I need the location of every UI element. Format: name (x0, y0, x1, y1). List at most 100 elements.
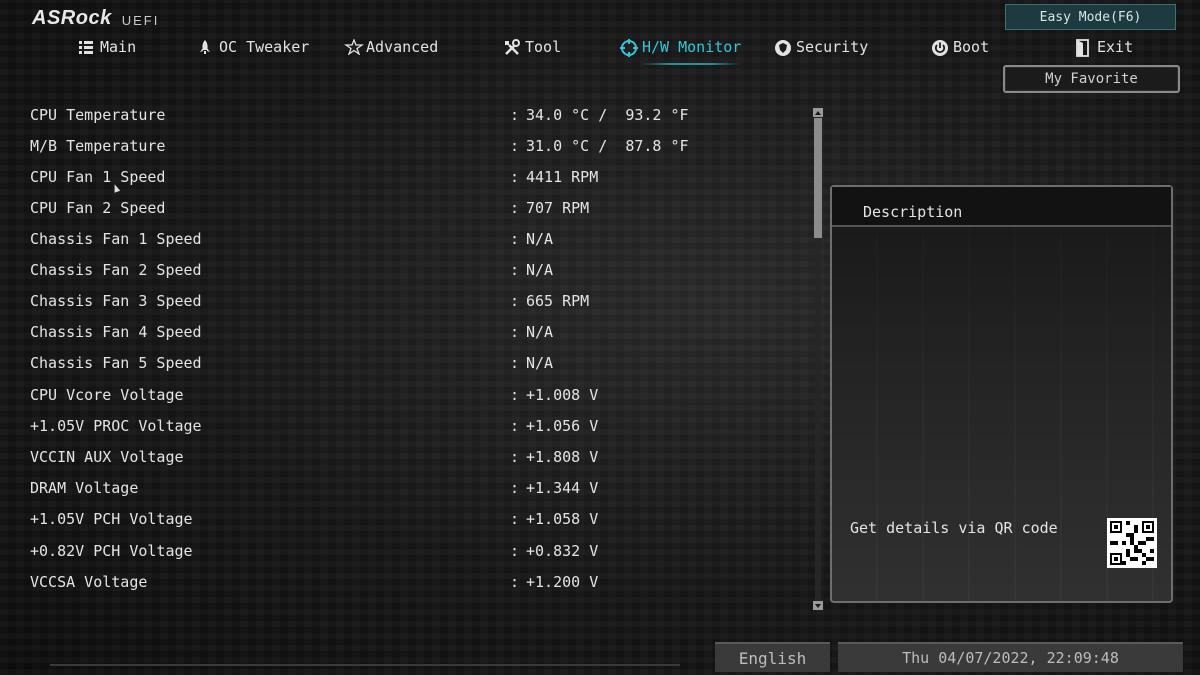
item-label: Chassis Fan 1 Speed (30, 230, 202, 248)
list-item[interactable]: CPU Temperature : 34.0 °C / 93.2 °F (30, 100, 810, 130)
item-value: +1.200 V (526, 573, 599, 591)
rocket-icon (197, 39, 213, 55)
item-label: Chassis Fan 3 Speed (30, 292, 202, 310)
list-item[interactable]: CPU Fan 2 Speed : 707 RPM (30, 193, 810, 223)
item-value: +1.808 V (526, 448, 599, 466)
item-label: CPU Temperature (30, 106, 166, 124)
item-separator: : (510, 542, 520, 560)
item-label: VCCIN AUX Voltage (30, 448, 184, 466)
item-value: N/A (526, 230, 554, 248)
tab-boot[interactable]: Boot (931, 34, 989, 60)
item-separator: : (510, 479, 520, 497)
list-item[interactable]: +1.05V PCH Voltage : +1.058 V (30, 504, 810, 534)
item-value: +1.008 V (526, 386, 599, 404)
item-separator: : (510, 137, 520, 155)
item-label: VCCSA Voltage (30, 573, 148, 591)
list-item[interactable]: M/B Temperature : 31.0 °C / 87.8 °F (30, 131, 810, 161)
item-separator: : (510, 448, 520, 466)
decorative-divider (50, 664, 680, 666)
star-icon (343, 38, 365, 56)
list-item[interactable]: CPU Fan 1 Speed : 4411 RPM (30, 162, 810, 192)
tab-tool[interactable]: Tool (503, 34, 561, 60)
item-separator: : (510, 106, 520, 124)
uefi-label: UEFI (121, 13, 160, 28)
exit-icon (1075, 39, 1091, 57)
item-value: 707 RPM (526, 199, 590, 217)
description-panel: Description Get details via QR code (830, 185, 1173, 603)
item-separator: : (510, 168, 520, 186)
tab-security[interactable]: Security (774, 34, 868, 60)
list-item[interactable]: Chassis Fan 5 Speed : N/A (30, 348, 810, 378)
list-item[interactable]: +1.05V PROC Voltage : +1.056 V (30, 411, 810, 441)
item-label: Chassis Fan 2 Speed (30, 261, 202, 279)
item-value: +1.344 V (526, 479, 599, 497)
item-label: +1.05V PCH Voltage (30, 510, 193, 528)
item-label: Chassis Fan 5 Speed (30, 354, 202, 372)
item-label: CPU Vcore Voltage (30, 386, 184, 404)
item-separator: : (510, 261, 520, 279)
item-value: +1.058 V (526, 510, 599, 528)
item-value: 4411 RPM (526, 168, 599, 186)
item-label: Chassis Fan 4 Speed (30, 323, 202, 341)
asrock-logo: ASRock UEFI (32, 6, 159, 30)
description-header: Description (832, 187, 1171, 227)
item-separator: : (510, 292, 520, 310)
tab-advanced[interactable]: Advanced (343, 34, 439, 60)
item-value: N/A (526, 323, 554, 341)
item-label: M/B Temperature (30, 137, 166, 155)
qr-code-icon (1107, 518, 1157, 568)
language-button[interactable]: English (715, 642, 830, 672)
tab-tool-label: Tool (525, 38, 562, 56)
list-item[interactable]: Chassis Fan 3 Speed : 665 RPM (30, 286, 810, 316)
item-value: 34.0 °C / 93.2 °F (526, 106, 689, 124)
tab-security-label: Security (796, 38, 869, 56)
tab-hw-monitor-label: H/W Monitor (642, 38, 742, 56)
item-value: 665 RPM (526, 292, 590, 310)
item-value: 31.0 °C / 87.8 °F (526, 137, 689, 155)
scrollbar[interactable] (813, 108, 823, 610)
tab-main[interactable]: Main (78, 34, 136, 60)
list-item[interactable]: VCCSA Voltage : +1.200 V (30, 567, 810, 597)
brand-name: ASRock (32, 7, 112, 29)
list-item[interactable]: DRAM Voltage : +1.344 V (30, 473, 810, 503)
item-separator: : (510, 230, 520, 248)
list-item[interactable]: Chassis Fan 2 Speed : N/A (30, 255, 810, 285)
scroll-thumb[interactable] (814, 118, 822, 238)
scroll-up-button[interactable] (813, 108, 823, 117)
my-favorite-button[interactable]: My Favorite (1003, 65, 1180, 93)
item-separator: : (510, 510, 520, 528)
power-icon (931, 39, 948, 56)
datetime-display: Thu 04/07/2022, 22:09:48 (838, 642, 1183, 672)
item-label: DRAM Voltage (30, 479, 139, 497)
item-value: +1.056 V (526, 417, 599, 435)
tools-icon (503, 39, 520, 55)
list-item[interactable]: CPU Vcore Voltage : +1.008 V (30, 380, 810, 410)
item-separator: : (510, 417, 520, 435)
scroll-down-button[interactable] (813, 601, 823, 610)
list-item[interactable]: +0.82V PCH Voltage : +0.832 V (30, 536, 810, 566)
tab-exit[interactable]: Exit (1075, 34, 1133, 60)
item-separator: : (510, 323, 520, 341)
crosshair-icon (620, 39, 638, 57)
top-nav: Main OC Tweaker Advanced Tool H/W Monito… (0, 34, 1133, 65)
item-label: +0.82V PCH Voltage (30, 542, 193, 560)
list-item[interactable]: VCCIN AUX Voltage : +1.808 V (30, 442, 810, 472)
item-separator: : (510, 386, 520, 404)
list-icon (78, 39, 94, 55)
item-label: +1.05V PROC Voltage (30, 417, 202, 435)
description-title: Description (863, 203, 963, 221)
item-separator: : (510, 573, 520, 591)
item-value: N/A (526, 261, 554, 279)
easy-mode-button[interactable]: Easy Mode(F6) (1005, 4, 1176, 30)
item-label: CPU Fan 1 Speed (30, 168, 166, 186)
tab-main-label: Main (100, 38, 137, 56)
list-item[interactable]: Chassis Fan 1 Speed : N/A (30, 224, 810, 254)
item-value: +0.832 V (526, 542, 599, 560)
tab-oc-tweaker[interactable]: OC Tweaker (197, 34, 309, 60)
tab-boot-label: Boot (953, 38, 990, 56)
tab-hw-monitor[interactable]: H/W Monitor (620, 34, 742, 65)
item-separator: : (510, 354, 520, 372)
item-label: CPU Fan 2 Speed (30, 199, 166, 217)
list-item[interactable]: Chassis Fan 4 Speed : N/A (30, 317, 810, 347)
tab-advanced-label: Advanced (366, 38, 439, 56)
